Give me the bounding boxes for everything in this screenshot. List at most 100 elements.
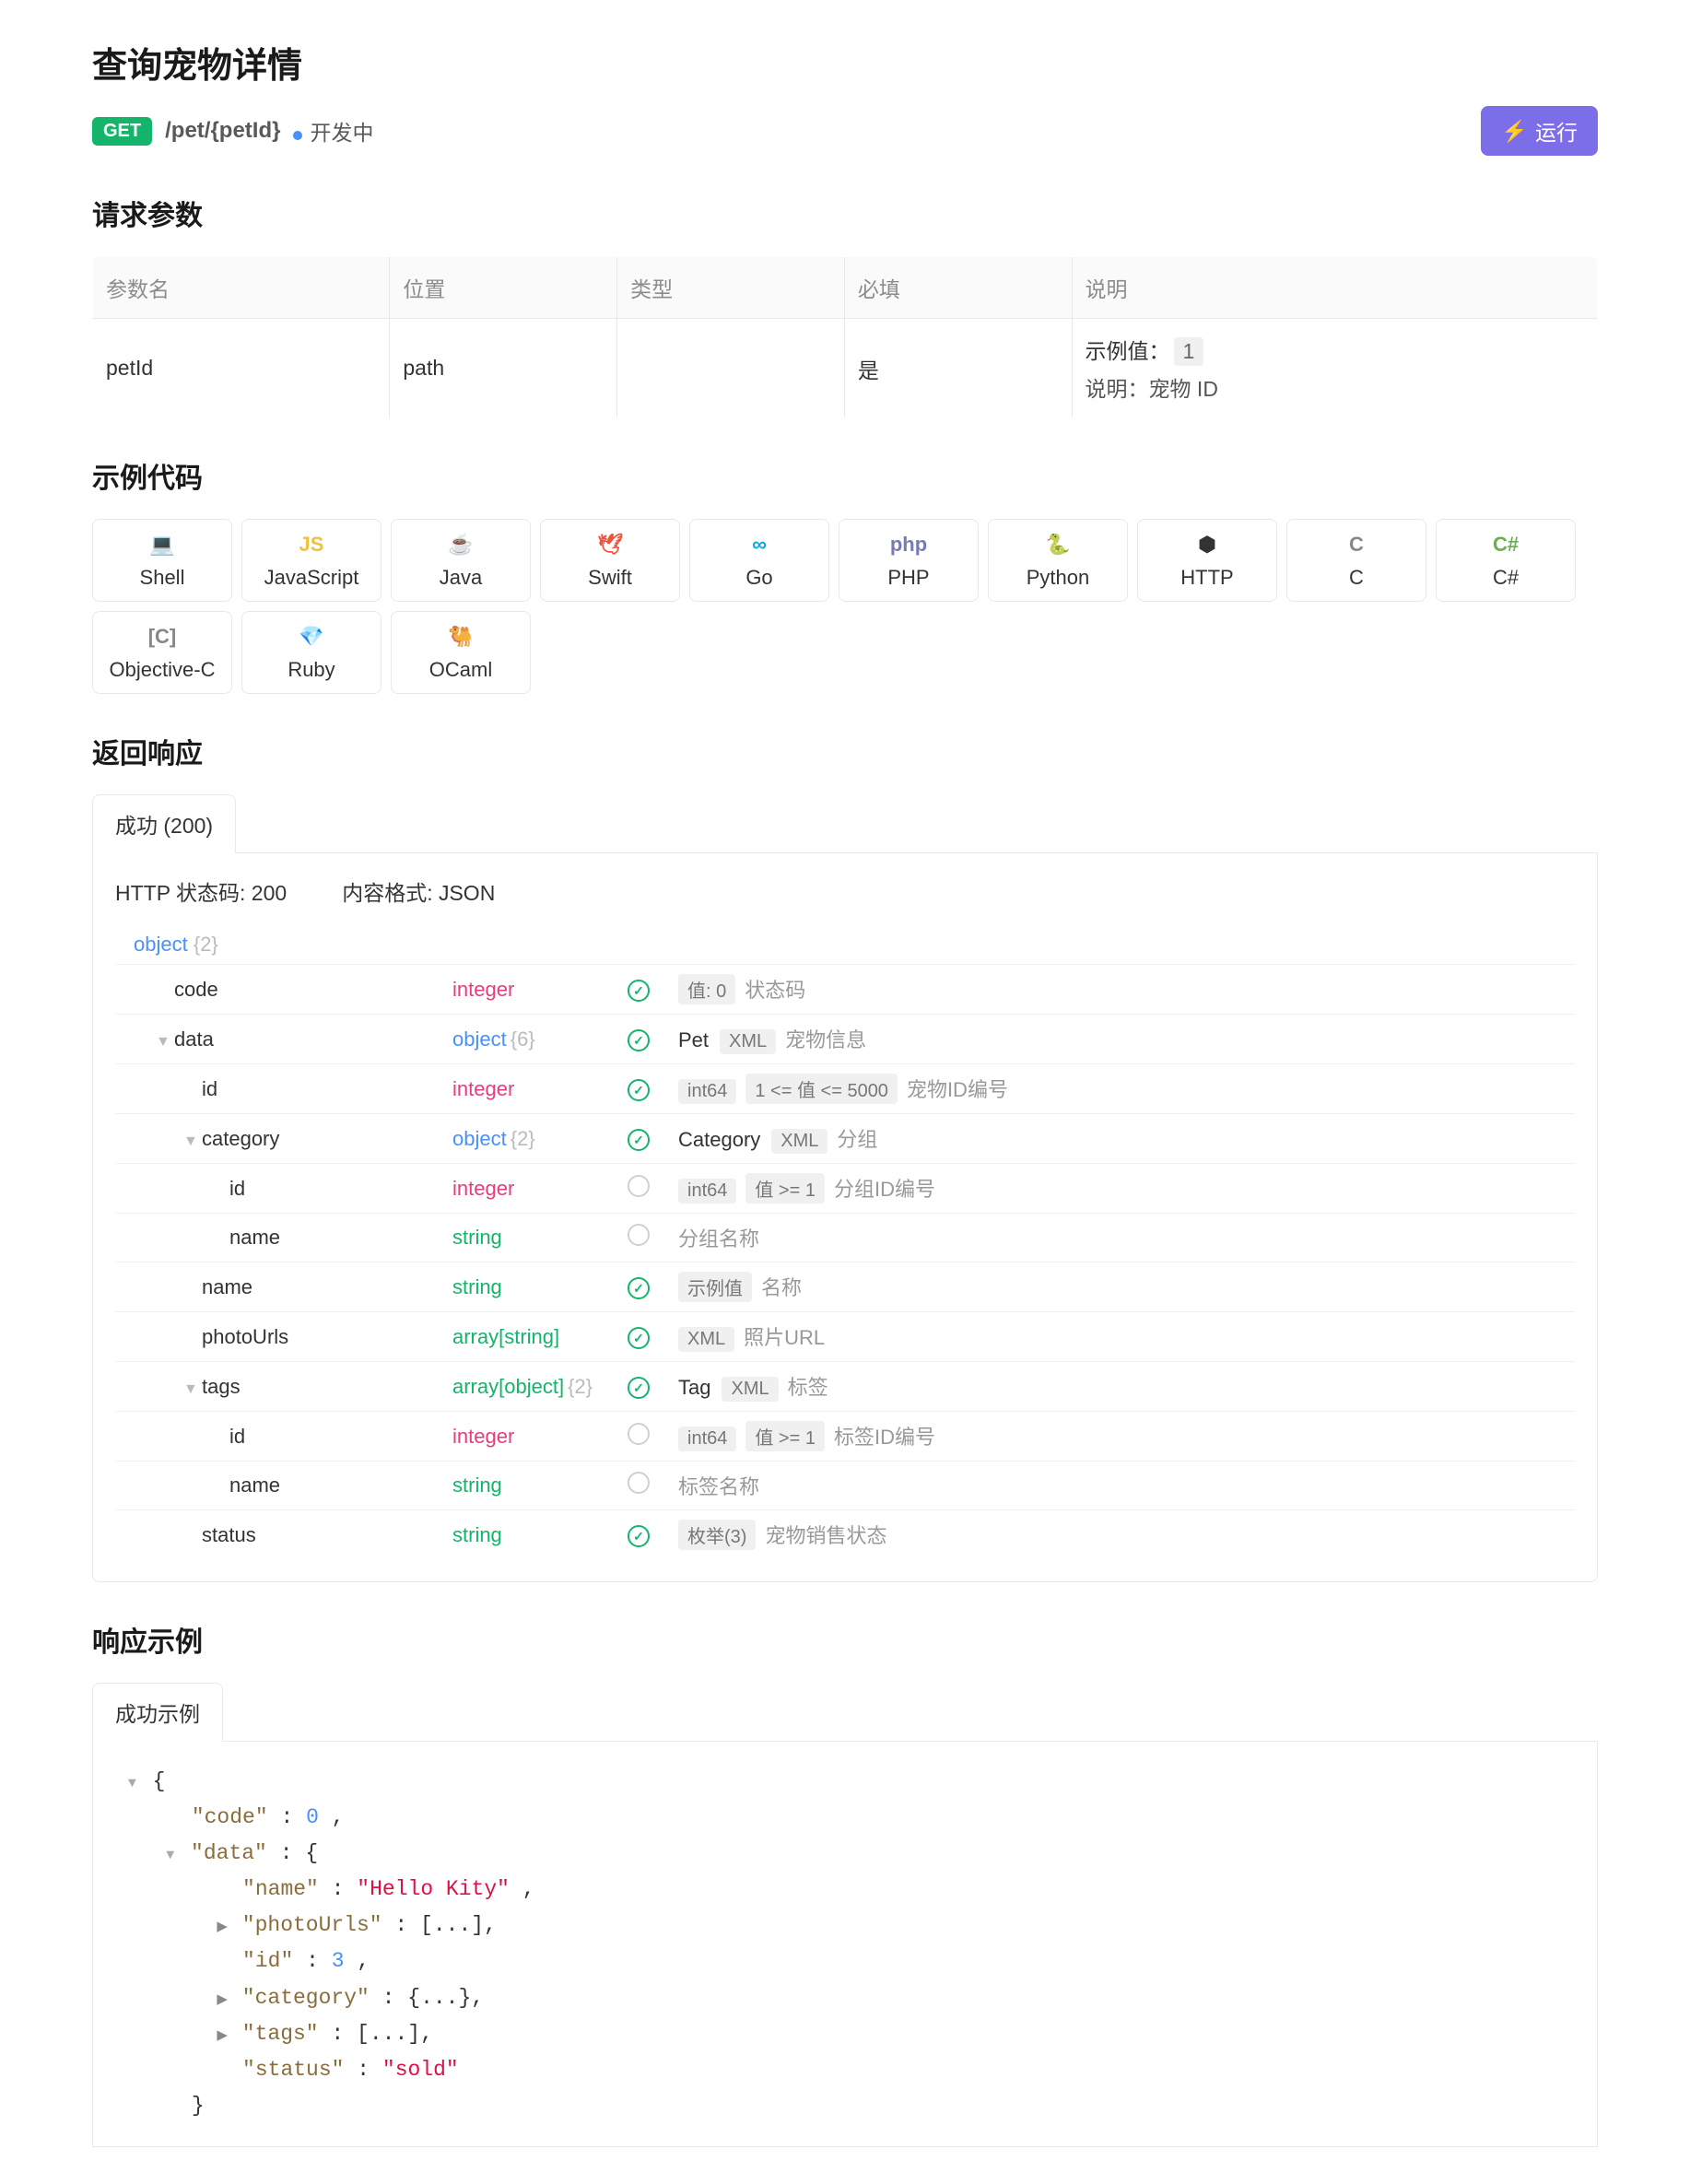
run-label: 运行	[1535, 115, 1578, 147]
lang-label: Ruby	[250, 658, 373, 682]
lang-tab-javascript[interactable]: JS JavaScript	[241, 519, 381, 602]
field-desc: 枚举(3)宠物销售状态	[673, 1510, 1575, 1560]
lang-tab-shell[interactable]: 💻 Shell	[92, 519, 232, 602]
lang-icon: 🕊	[548, 531, 672, 558]
required-icon: ✓	[628, 1277, 650, 1299]
lang-tab-go[interactable]: ∞Go	[689, 519, 829, 602]
lang-tab-http[interactable]: ⬢ HTTP	[1137, 519, 1277, 602]
schema-row[interactable]: statusstring ✓ 枚举(3)宠物销售状态	[115, 1510, 1575, 1560]
section-request-params: 请求参数	[92, 193, 1598, 233]
lang-tab-objectivec[interactable]: [C] Objective-C	[92, 611, 232, 694]
field-desc: 分组名称	[673, 1214, 1575, 1262]
lang-label: Swift	[548, 566, 672, 590]
response-tab-success[interactable]: 成功 (200)	[92, 794, 236, 853]
schema-row[interactable]: idinteger int64值 >= 1标签ID编号	[115, 1412, 1575, 1462]
param-desc: 示例值：1 说明：宠物 ID	[1072, 319, 1597, 418]
schema-row[interactable]: ▼categoryobject{2}✓CategoryXML分组	[115, 1114, 1575, 1164]
lang-icon: 🐫	[399, 623, 522, 651]
col-required: 必填	[844, 257, 1072, 319]
optional-icon	[628, 1423, 650, 1445]
dev-status: 开发中	[293, 115, 373, 147]
schema-row[interactable]: ▼tagsarray[object]{2}✓TagXML标签	[115, 1362, 1575, 1412]
schema-row[interactable]: photoUrlsarray[string]✓XML照片URL	[115, 1312, 1575, 1362]
schema-row[interactable]: namestring ✓ 示例值名称	[115, 1262, 1575, 1312]
field-desc: int64值 >= 1标签ID编号	[673, 1412, 1575, 1462]
lang-tab-ruby[interactable]: 💎 Ruby	[241, 611, 381, 694]
lang-label: Java	[399, 566, 522, 590]
required-icon: ✓	[628, 1029, 650, 1051]
field-required	[622, 1164, 673, 1214]
field-required: ✓	[622, 1510, 673, 1560]
example-tab-success[interactable]: 成功示例	[92, 1683, 223, 1742]
lang-tab-swift[interactable]: 🕊 Swift	[540, 519, 680, 602]
field-required	[622, 1214, 673, 1262]
schema-row[interactable]: idinteger✓int641 <= 值 <= 5000宠物ID编号	[115, 1064, 1575, 1114]
field-name: name	[115, 1262, 447, 1312]
lang-label: Python	[996, 566, 1120, 590]
run-button[interactable]: ⚡ 运行	[1481, 106, 1598, 156]
schema-row[interactable]: codeinteger✓值: 0状态码	[115, 965, 1575, 1015]
field-type: integer	[447, 965, 622, 1015]
required-icon: ✓	[628, 1525, 650, 1547]
lang-tab-php[interactable]: phpPHP	[839, 519, 979, 602]
field-type: array[object]{2}	[447, 1362, 622, 1412]
lang-label: JavaScript	[250, 566, 373, 590]
lang-icon: JS	[250, 531, 373, 558]
col-name: 参数名	[93, 257, 390, 319]
lang-icon: 💻	[100, 531, 224, 558]
field-type: string	[447, 1462, 622, 1510]
schema-root[interactable]: object {2}	[115, 925, 1575, 964]
param-row: petId path 是 示例值：1 说明：宠物 ID	[93, 319, 1598, 418]
col-type: 类型	[617, 257, 845, 319]
lang-icon: ⬢	[1145, 531, 1269, 558]
field-name: ▼tags	[115, 1362, 447, 1412]
field-name: ▼category	[115, 1114, 447, 1164]
lang-icon: ☕	[399, 531, 522, 558]
lang-tab-ocaml[interactable]: 🐫OCaml	[391, 611, 531, 694]
lang-tab-python[interactable]: 🐍Python	[988, 519, 1128, 602]
params-table: 参数名 位置 类型 必填 说明 petId path 是 示例值：1 说明：宠物…	[92, 256, 1598, 418]
lightning-icon: ⚡	[1501, 119, 1528, 144]
json-example: ▼ { "code" : 0 , ▼ "data" : { "name" : "…	[92, 1742, 1598, 2147]
lang-tab-java[interactable]: ☕ Java	[391, 519, 531, 602]
field-type: integer	[447, 1412, 622, 1462]
field-name: name	[115, 1214, 447, 1262]
optional-icon	[628, 1472, 650, 1494]
field-required: ✓	[622, 965, 673, 1015]
schema-row[interactable]: namestring标签名称	[115, 1462, 1575, 1510]
required-icon: ✓	[628, 1129, 650, 1151]
section-response-example: 响应示例	[92, 1619, 1598, 1660]
lang-label: C#	[1444, 566, 1567, 590]
lang-icon: 💎	[250, 623, 373, 651]
field-name: photoUrls	[115, 1312, 447, 1362]
field-required: ✓	[622, 1064, 673, 1114]
lang-tab-c[interactable]: C#C#	[1436, 519, 1576, 602]
field-desc: 示例值名称	[673, 1262, 1575, 1312]
required-icon: ✓	[628, 1377, 650, 1399]
http-status: HTTP 状态码: 200	[115, 875, 287, 907]
method-badge: GET	[92, 117, 152, 146]
param-type	[617, 319, 845, 418]
field-type: string	[447, 1262, 622, 1312]
lang-label: Shell	[100, 566, 224, 590]
field-type: string	[447, 1510, 622, 1560]
field-name: code	[115, 965, 447, 1015]
section-sample-code: 示例代码	[92, 455, 1598, 496]
content-format: 内容格式: JSON	[342, 875, 495, 907]
lang-label: HTTP	[1145, 566, 1269, 590]
lang-tab-c[interactable]: CC	[1286, 519, 1426, 602]
schema-row[interactable]: ▼dataobject{6}✓PetXML宠物信息	[115, 1015, 1575, 1064]
field-desc: XML照片URL	[673, 1312, 1575, 1362]
field-desc: 值: 0状态码	[673, 965, 1575, 1015]
field-type: string	[447, 1214, 622, 1262]
schema-row[interactable]: namestring 分组名称	[115, 1214, 1575, 1262]
schema-table: codeinteger✓值: 0状态码▼dataobject{6}✓PetXML…	[115, 964, 1575, 1559]
field-type: integer	[447, 1164, 622, 1214]
field-name: status	[115, 1510, 447, 1560]
schema-row[interactable]: idintegerint64值 >= 1分组ID编号	[115, 1164, 1575, 1214]
lang-label: Objective-C	[100, 658, 224, 682]
endpoint-path: /pet/{petId}	[165, 118, 280, 144]
field-name: id	[115, 1412, 447, 1462]
lang-icon: [C]	[100, 623, 224, 651]
field-desc: PetXML宠物信息	[673, 1015, 1575, 1064]
